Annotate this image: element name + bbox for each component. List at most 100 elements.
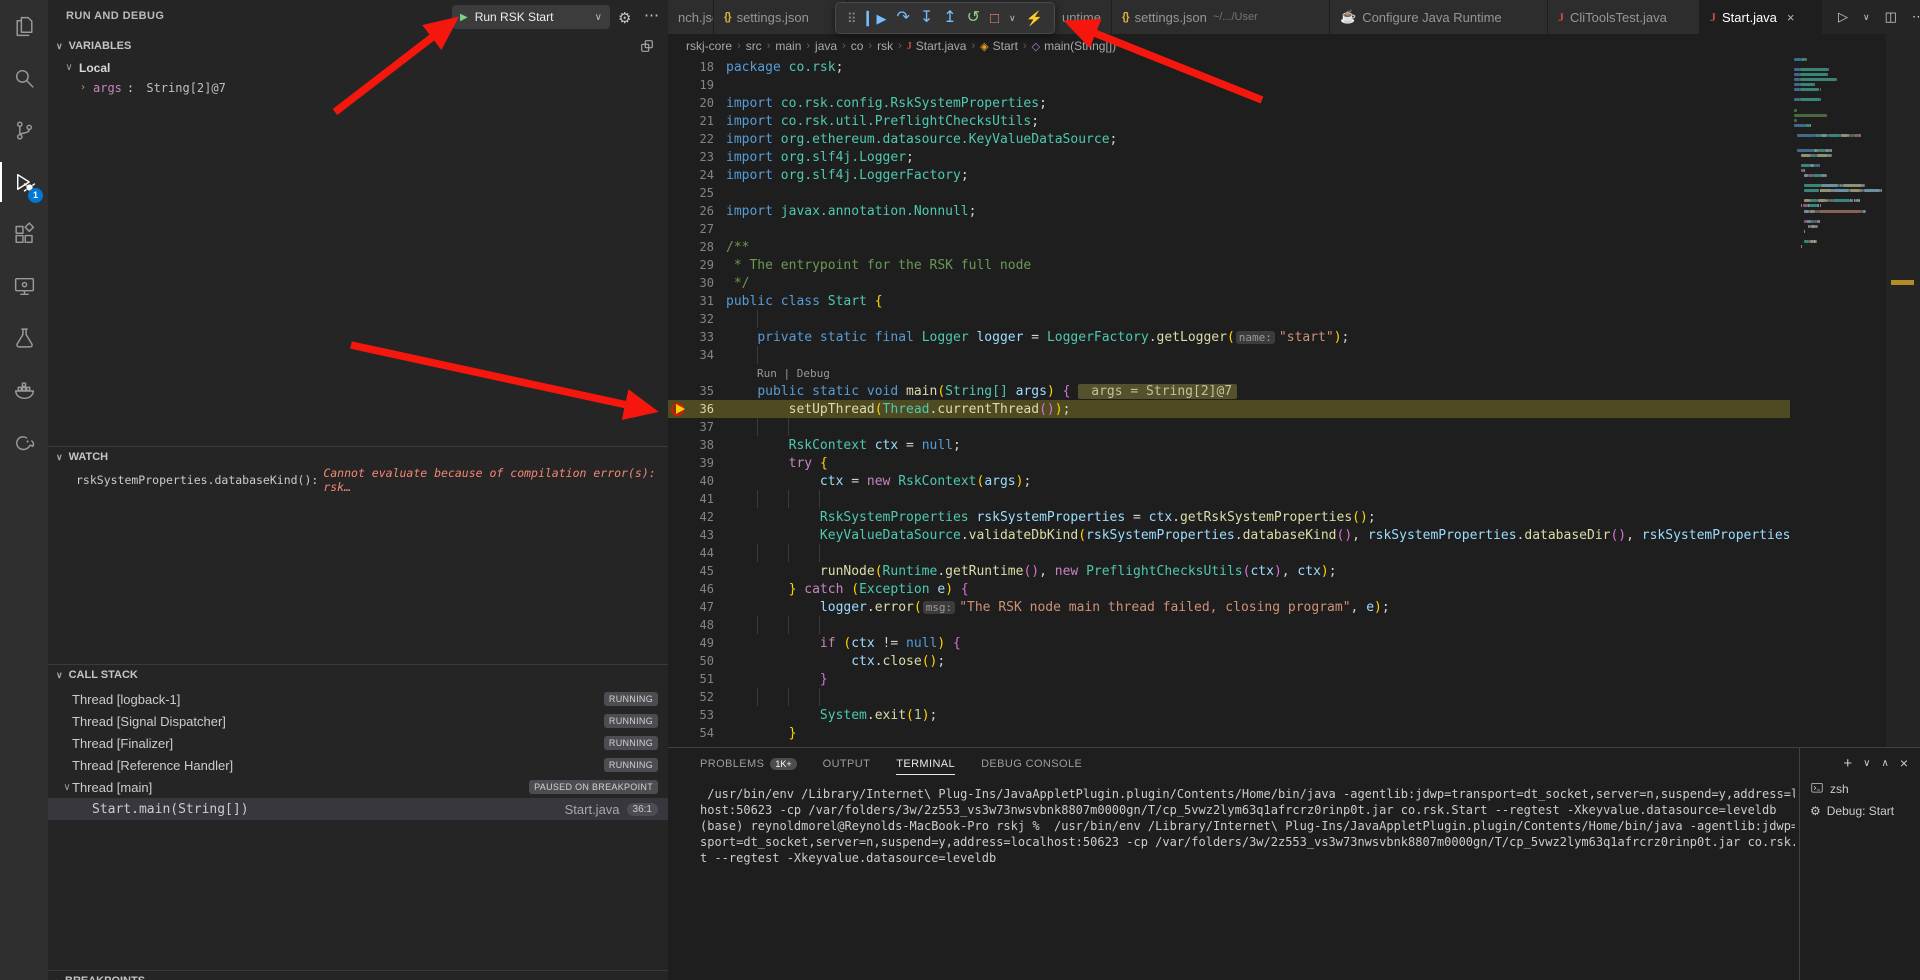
watch-expression-row[interactable]: rskSystemProperties.databaseKind(): Cann… bbox=[48, 470, 668, 489]
restart-icon[interactable]: ↺ bbox=[967, 10, 980, 26]
watch-section-header[interactable]: ∨ WATCH bbox=[48, 446, 668, 467]
code-lens[interactable]: Run | Debug bbox=[726, 367, 830, 380]
thread-status-badge: RUNNING bbox=[604, 736, 658, 750]
editor-more-icon[interactable]: ⋯ bbox=[1912, 9, 1920, 25]
step-out-icon[interactable]: ↥ bbox=[943, 10, 956, 26]
code-line: 24import org.slf4j.LoggerFactory; bbox=[668, 166, 1790, 184]
tab-configure-java-runtime[interactable]: ☕Configure Java Runtime bbox=[1330, 0, 1548, 34]
chevron-down-icon[interactable]: ∨ bbox=[1009, 14, 1016, 23]
code-line: 44 bbox=[668, 544, 1790, 562]
run-config-label: Run RSK Start bbox=[475, 10, 588, 24]
breadcrumb-item-main[interactable]: main bbox=[775, 39, 801, 53]
search-icon[interactable] bbox=[0, 52, 48, 104]
code-editor[interactable]: 18package co.rsk;1920import co.rsk.confi… bbox=[668, 58, 1790, 747]
tab-close-icon[interactable]: × bbox=[1787, 10, 1795, 25]
call-stack-thread-row[interactable]: Thread [Finalizer] RUNNING bbox=[48, 732, 668, 754]
call-stack-frame-row[interactable]: Start.main(String[])Start.java36:1 bbox=[48, 798, 668, 820]
panel-tab-output[interactable]: OUTPUT bbox=[823, 754, 871, 774]
close-panel-icon[interactable]: × bbox=[1900, 755, 1908, 771]
breadcrumb-item-start[interactable]: ◈Start bbox=[980, 39, 1018, 53]
variable-row-args[interactable]: › args: String[2]@7 bbox=[48, 78, 668, 97]
code-line: 22import org.ethereum.datasource.KeyValu… bbox=[668, 130, 1790, 148]
breadcrumb-item-start-java[interactable]: JStart.java bbox=[907, 39, 967, 53]
breakpoint-current-line-icon[interactable] bbox=[668, 400, 688, 418]
terminal-list-item-debug-start[interactable]: ⚙Debug: Start bbox=[1800, 800, 1920, 822]
gradle-icon[interactable] bbox=[0, 416, 48, 468]
code-line: 18package co.rsk; bbox=[668, 58, 1790, 76]
breadcrumb-item-src[interactable]: src bbox=[746, 39, 762, 53]
indent-guide bbox=[819, 544, 820, 562]
code-line: 50 ctx.close(); bbox=[668, 652, 1790, 670]
run-editor-button[interactable]: ▷ bbox=[1838, 9, 1848, 25]
call-stack-section-header[interactable]: ∨ CALL STACK bbox=[48, 664, 668, 685]
extensions-icon[interactable] bbox=[0, 208, 48, 260]
line-number: 18 bbox=[688, 60, 714, 74]
breadcrumb-item-rskj-core[interactable]: rskj-core bbox=[686, 39, 732, 53]
tab-label: untime bbox=[1062, 10, 1101, 25]
breadcrumb-item-rsk[interactable]: rsk bbox=[877, 39, 893, 53]
variables-scope-local[interactable]: ∨ Local bbox=[48, 58, 668, 77]
breadcrumb-item-java[interactable]: java bbox=[815, 39, 837, 53]
tab-label: nch.json bbox=[678, 10, 714, 25]
source-control-icon[interactable] bbox=[0, 104, 48, 156]
code-line: 32 bbox=[668, 310, 1790, 328]
breakpoints-section-header[interactable]: › BREAKPOINTS bbox=[48, 970, 668, 980]
step-over-icon[interactable]: ↷ bbox=[896, 10, 909, 26]
code-line: 34 bbox=[668, 346, 1790, 364]
run-dropdown-icon[interactable]: ∨ bbox=[1863, 12, 1870, 23]
variables-header-action-icon[interactable] bbox=[640, 39, 654, 56]
call-stack-thread-row[interactable]: ∨Thread [main]PAUSED ON BREAKPOINT bbox=[48, 776, 668, 798]
run-config-dropdown[interactable]: ▶ Run RSK Start ∨ bbox=[452, 5, 610, 29]
debug-settings-gear-icon[interactable]: ⚙ bbox=[618, 9, 631, 27]
drag-icon[interactable]: ⠿ bbox=[847, 12, 857, 25]
run-and-debug-icon[interactable]: 1 bbox=[0, 156, 48, 208]
code-line: 52 bbox=[668, 688, 1790, 706]
breadcrumb-separator-icon: › bbox=[898, 40, 902, 52]
overview-ruler[interactable] bbox=[1886, 34, 1920, 747]
split-editor-icon[interactable]: ◫ bbox=[1885, 9, 1897, 25]
continue-icon[interactable]: ▎▶ bbox=[866, 12, 886, 25]
explorer-icon[interactable] bbox=[0, 0, 48, 52]
indent-guide bbox=[757, 544, 758, 562]
terminal-picker-chevron-icon[interactable]: ∨ bbox=[1863, 758, 1870, 769]
line-number: 49 bbox=[688, 636, 714, 650]
tab-start-java[interactable]: JStart.java× bbox=[1700, 0, 1822, 34]
panel-tab-terminal[interactable]: TERMINAL bbox=[896, 754, 955, 775]
testing-icon[interactable] bbox=[0, 312, 48, 364]
line-number: 34 bbox=[688, 348, 714, 362]
tab-clitoolstest-java[interactable]: JCliToolsTest.java bbox=[1548, 0, 1700, 34]
call-stack-thread-row[interactable]: Thread [Reference Handler]RUNNING bbox=[48, 754, 668, 776]
tab-settings-json[interactable]: {}settings.json bbox=[714, 0, 848, 34]
thread-label: Thread [Finalizer] bbox=[72, 736, 173, 751]
frame-label: Start.main(String[]) bbox=[92, 802, 249, 817]
panel-tab-bar: PROBLEMS1K+ OUTPUT TERMINAL DEBUG CONSOLE bbox=[700, 748, 1082, 780]
panel-tab-debug-console[interactable]: DEBUG CONSOLE bbox=[981, 754, 1082, 774]
breadcrumb-item-main-string-[interactable]: ◇main(String[]) bbox=[1032, 39, 1117, 53]
hot-code-replace-icon[interactable]: ⚡ bbox=[1026, 11, 1043, 25]
minimap[interactable] bbox=[1790, 58, 1886, 747]
run-config-chevron-icon[interactable]: ∨ bbox=[595, 12, 602, 23]
remote-explorer-icon[interactable] bbox=[0, 260, 48, 312]
inline-debug-value: args = String[2]@7 bbox=[1078, 384, 1237, 399]
breadcrumb-separator-icon: › bbox=[806, 40, 810, 52]
sidebar-more-icon[interactable]: ⋯ bbox=[644, 6, 659, 24]
maximize-panel-icon[interactable]: ∧ bbox=[1881, 758, 1888, 769]
docker-icon[interactable] bbox=[0, 364, 48, 416]
step-into-icon[interactable]: ↧ bbox=[920, 10, 933, 26]
new-terminal-icon[interactable]: + bbox=[1843, 755, 1852, 772]
code-line: 29 * The entrypoint for the RSK full nod… bbox=[668, 256, 1790, 274]
terminal-output[interactable]: /usr/bin/env /Library/Internet\ Plug-Ins… bbox=[700, 786, 1795, 866]
terminal-list-item-zsh[interactable]: zsh bbox=[1800, 778, 1920, 800]
panel-tab-problems[interactable]: PROBLEMS1K+ bbox=[700, 754, 797, 774]
tab-settings-json[interactable]: {}settings.json~/.../User bbox=[1112, 0, 1330, 34]
breadcrumb-item-co[interactable]: co bbox=[851, 39, 864, 53]
breadcrumb-label: rskj-core bbox=[686, 39, 732, 53]
stop-icon[interactable]: □ bbox=[990, 11, 999, 26]
tab-nch-json[interactable]: nch.json bbox=[668, 0, 714, 34]
code-line: 33 private static final Logger logger = … bbox=[668, 328, 1790, 346]
call-stack-thread-row[interactable]: Thread [logback-1]RUNNING bbox=[48, 688, 668, 710]
call-stack-thread-row[interactable]: Thread [Signal Dispatcher]RUNNING bbox=[48, 710, 668, 732]
variables-section-header[interactable]: ∨ VARIABLES bbox=[48, 36, 668, 56]
line-number: 25 bbox=[688, 186, 714, 200]
activity-bar: 1 bbox=[0, 0, 48, 980]
